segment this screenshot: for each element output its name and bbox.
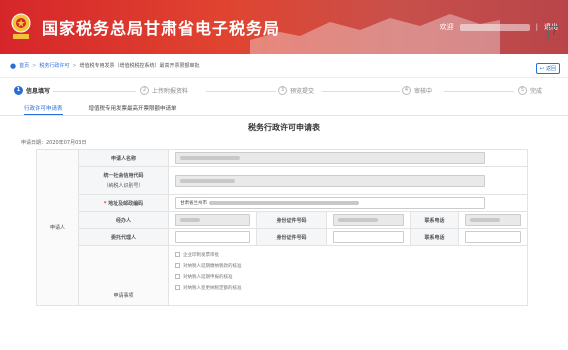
option-checkbox-row[interactable]: 对纳税人延期申报的核准 — [169, 271, 527, 282]
applicant-name-label: 申请人名称 — [78, 149, 169, 167]
taxpayer-id-label: （纳税人识别号） — [103, 183, 144, 189]
step-connector — [444, 91, 514, 92]
step-connector — [206, 91, 276, 92]
option-label: 企业印制发票审批 — [183, 252, 219, 258]
option-checkbox-row[interactable]: 对纳税人变更纳税定额的核准 — [169, 282, 527, 293]
checkbox[interactable] — [175, 274, 180, 279]
step-number: 1 — [14, 86, 23, 95]
step-label: 完成 — [530, 88, 543, 95]
tax-emblem-icon — [8, 12, 34, 42]
back-button[interactable]: ↩ 返回 — [535, 63, 560, 74]
address-value: 甘肃省兰州市 — [180, 201, 207, 206]
credit-code-field[interactable] — [175, 174, 485, 187]
agent-field[interactable] — [175, 231, 250, 243]
agent-phone-label: 联系电话 — [410, 228, 459, 246]
credit-code-label: 统一社会信用代码 — [103, 173, 144, 179]
step-label: 审核中 — [414, 88, 433, 95]
handler-id-label: 身份证件号码 — [256, 211, 327, 229]
welcome-text: 欢迎 — [439, 23, 454, 31]
back-button-label: 返回 — [545, 66, 556, 72]
breadcrumb: ● 首页 > 税务行政许可 > 增值税专用发票（增值税税控系统）最高开票限额审批 — [10, 62, 200, 70]
checkbox[interactable] — [175, 252, 180, 257]
address-label: 地址及邮政编码 — [108, 200, 144, 207]
matters-section-label: 申请事项 — [78, 245, 169, 306]
apply-date: 申请日期：2020年07月03日 — [21, 140, 87, 146]
applicant-section-label: 申请人 — [36, 149, 79, 306]
option-label: 对纳税人变更纳税定额的核准 — [183, 285, 242, 291]
site-header: 国家税务总局甘肃省电子税务局 欢迎 | 退出 — [0, 0, 568, 54]
breadcrumb-separator: > — [72, 62, 77, 69]
required-marker: * — [103, 200, 107, 207]
help-icon[interactable]: ? — [548, 26, 560, 40]
step-number: 2 — [140, 86, 149, 95]
step-connector — [52, 91, 136, 92]
step-connector — [322, 91, 400, 92]
checkbox[interactable] — [175, 263, 180, 268]
checkbox[interactable] — [175, 285, 180, 290]
breadcrumb-home[interactable]: 首页 — [19, 62, 29, 69]
agent-id-label: 身份证件号码 — [256, 228, 327, 246]
handler-field[interactable] — [175, 214, 250, 226]
location-pin-icon: ● — [10, 61, 17, 70]
form-tabs: 行政许可申请表 增值税专用发票最高开票限额申请单 — [0, 104, 568, 116]
user-name-redacted — [459, 23, 530, 31]
step-review: 4 审核中 — [402, 86, 436, 95]
form-title: 税务行政许可申请表 — [248, 123, 320, 132]
step-info-fill: 1 信息填写 — [14, 86, 54, 95]
header-separator: | — [535, 23, 538, 31]
handler-phone-label: 联系电话 — [410, 211, 459, 229]
handler-label: 经办人 — [78, 211, 169, 229]
breadcrumb-bar: ● 首页 > 税务行政许可 > 增值税专用发票（增值税税控系统）最高开票限额审批… — [0, 54, 568, 78]
applicant-name-field[interactable] — [175, 152, 485, 164]
option-checkbox-row[interactable]: 对纳税人延期缴纳税款的核准 — [169, 260, 527, 271]
breadcrumb-current: 增值税专用发票（增值税税控系统）最高开票限额审批 — [79, 63, 200, 69]
step-preview: 3 预览提交 — [278, 86, 318, 95]
step-label: 预览提交 — [290, 88, 315, 95]
application-form-table: 申请人 申请人名称 统一社会信用代码 （纳税人识别号） * 地址及邮政编码 甘肃… — [36, 149, 528, 306]
breadcrumb-separator: > — [32, 62, 37, 69]
tab-permit-application[interactable]: 行政许可申请表 — [24, 104, 63, 115]
option-label: 对纳税人延期申报的核准 — [183, 274, 233, 280]
step-number: 4 — [402, 86, 411, 95]
step-number: 3 — [278, 86, 287, 95]
breadcrumb-section[interactable]: 税务行政许可 — [39, 62, 69, 69]
address-input[interactable]: 甘肃省兰州市 — [175, 197, 485, 209]
handler-phone-field[interactable] — [465, 214, 521, 226]
agent-label: 委托代理人 — [78, 228, 169, 246]
step-number: 5 — [518, 86, 527, 95]
progress-steps: 1 信息填写 2 上传附报资料 3 预览提交 4 审核中 5 完成 — [0, 84, 568, 104]
step-label: 信息填写 — [26, 88, 51, 95]
agent-id-field[interactable] — [333, 231, 404, 243]
step-upload: 2 上传附报资料 — [140, 86, 192, 95]
handler-id-field[interactable] — [333, 214, 404, 226]
agent-phone-field[interactable] — [465, 231, 521, 243]
option-label: 对纳税人延期缴纳税款的核准 — [183, 263, 242, 269]
step-label: 上传附报资料 — [152, 88, 189, 95]
step-complete: 5 完成 — [518, 86, 546, 95]
tab-invoice-limit-application[interactable]: 增值税专用发票最高开票限额申请单 — [89, 104, 177, 115]
site-title: 国家税务总局甘肃省电子税务局 — [42, 19, 281, 38]
return-arrow-icon: ↩ — [539, 65, 544, 72]
option-checkbox-row[interactable]: 企业印制发票审批 — [169, 249, 527, 260]
